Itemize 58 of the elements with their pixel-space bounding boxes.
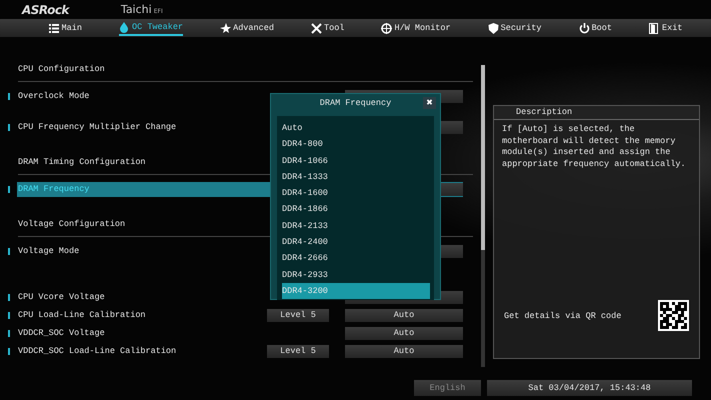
option-item[interactable]: Auto: [277, 120, 434, 136]
row-marker-icon: [8, 186, 10, 192]
menu-tab[interactable]: Security: [488, 20, 542, 36]
menu-tab[interactable]: OC Tweaker: [119, 20, 184, 36]
star-icon: [220, 22, 232, 34]
qr-code-icon: [658, 300, 689, 331]
description-title: Description: [494, 106, 699, 120]
row-marker-icon: [8, 92, 10, 100]
shield-icon: [488, 22, 499, 34]
row-marker-icon: [8, 294, 10, 300]
option-item[interactable]: DDR4-2933: [277, 266, 434, 283]
value-field[interactable]: Level 5: [267, 344, 329, 358]
date-time: Sat 03/04/2017, 15:43:48: [487, 380, 692, 396]
row-marker-icon: [8, 248, 10, 254]
option-item[interactable]: DDR4-2666: [277, 250, 434, 267]
menu-tab[interactable]: Exit: [649, 20, 682, 36]
setting-label[interactable]: CPU Frequency Multiplier Change: [17, 120, 263, 134]
value-field[interactable]: Auto: [345, 344, 463, 358]
door-icon: [649, 22, 660, 34]
dialog-title: DRAM Frequency: [320, 98, 392, 108]
value-field[interactable]: Auto: [345, 326, 463, 340]
menu-tab[interactable]: Main: [48, 20, 82, 36]
row-marker-icon: [8, 312, 10, 318]
option-item[interactable]: DDR4-1866: [277, 201, 434, 218]
setting-label[interactable]: Overclock Mode: [17, 88, 263, 104]
menu-tab[interactable]: Advanced: [220, 20, 274, 36]
language-button[interactable]: English: [414, 380, 481, 396]
section-title: DRAM Timing Configuration: [18, 157, 146, 167]
option-item[interactable]: DDR4-800: [277, 136, 434, 153]
list-icon: [48, 22, 60, 34]
section-title: CPU Configuration: [18, 64, 105, 74]
brand-logo: ASRock: [22, 2, 69, 16]
row-marker-icon: [8, 124, 10, 130]
value-field[interactable]: Level 5: [267, 308, 329, 322]
setting-label[interactable]: Voltage Mode: [17, 244, 263, 258]
setting-label[interactable]: VDDCR_SOC Voltage: [17, 326, 263, 340]
scroll-thumb[interactable]: [481, 65, 485, 250]
setting-label[interactable]: CPU Vcore Voltage: [17, 290, 263, 304]
option-item[interactable]: DDR4-2400: [277, 234, 434, 250]
qr-hint: Get details via QR code: [504, 310, 622, 320]
scrollbar[interactable]: [481, 65, 485, 367]
option-item[interactable]: DDR4-2133: [277, 218, 434, 234]
option-item[interactable]: DDR4-1066: [277, 152, 434, 169]
setting-label[interactable]: CPU Load-Line Calibration: [17, 308, 263, 322]
close-button[interactable]: ✖: [423, 97, 436, 109]
menu-tab[interactable]: Boot: [578, 20, 612, 36]
description-text: If [Auto] is selected, the motherboard will detect the memory module(s) inserted and assign the appropriate frequency automatically.: [501, 123, 687, 170]
flame-icon: [119, 22, 130, 32]
power-icon: [578, 22, 590, 34]
menu-tab[interactable]: Tool: [311, 20, 344, 36]
menu-tab[interactable]: H/W Monitor: [381, 20, 451, 36]
model-name: Taichi: [120, 3, 152, 16]
setting-label[interactable]: VDDCR_SOC Load-Line Calibration: [17, 344, 263, 358]
value-field[interactable]: Auto: [345, 308, 463, 322]
row-marker-icon: [8, 348, 10, 354]
gauge-icon: [381, 22, 392, 34]
section-title: Voltage Configuration: [18, 219, 126, 229]
row-marker-icon: [8, 330, 10, 336]
